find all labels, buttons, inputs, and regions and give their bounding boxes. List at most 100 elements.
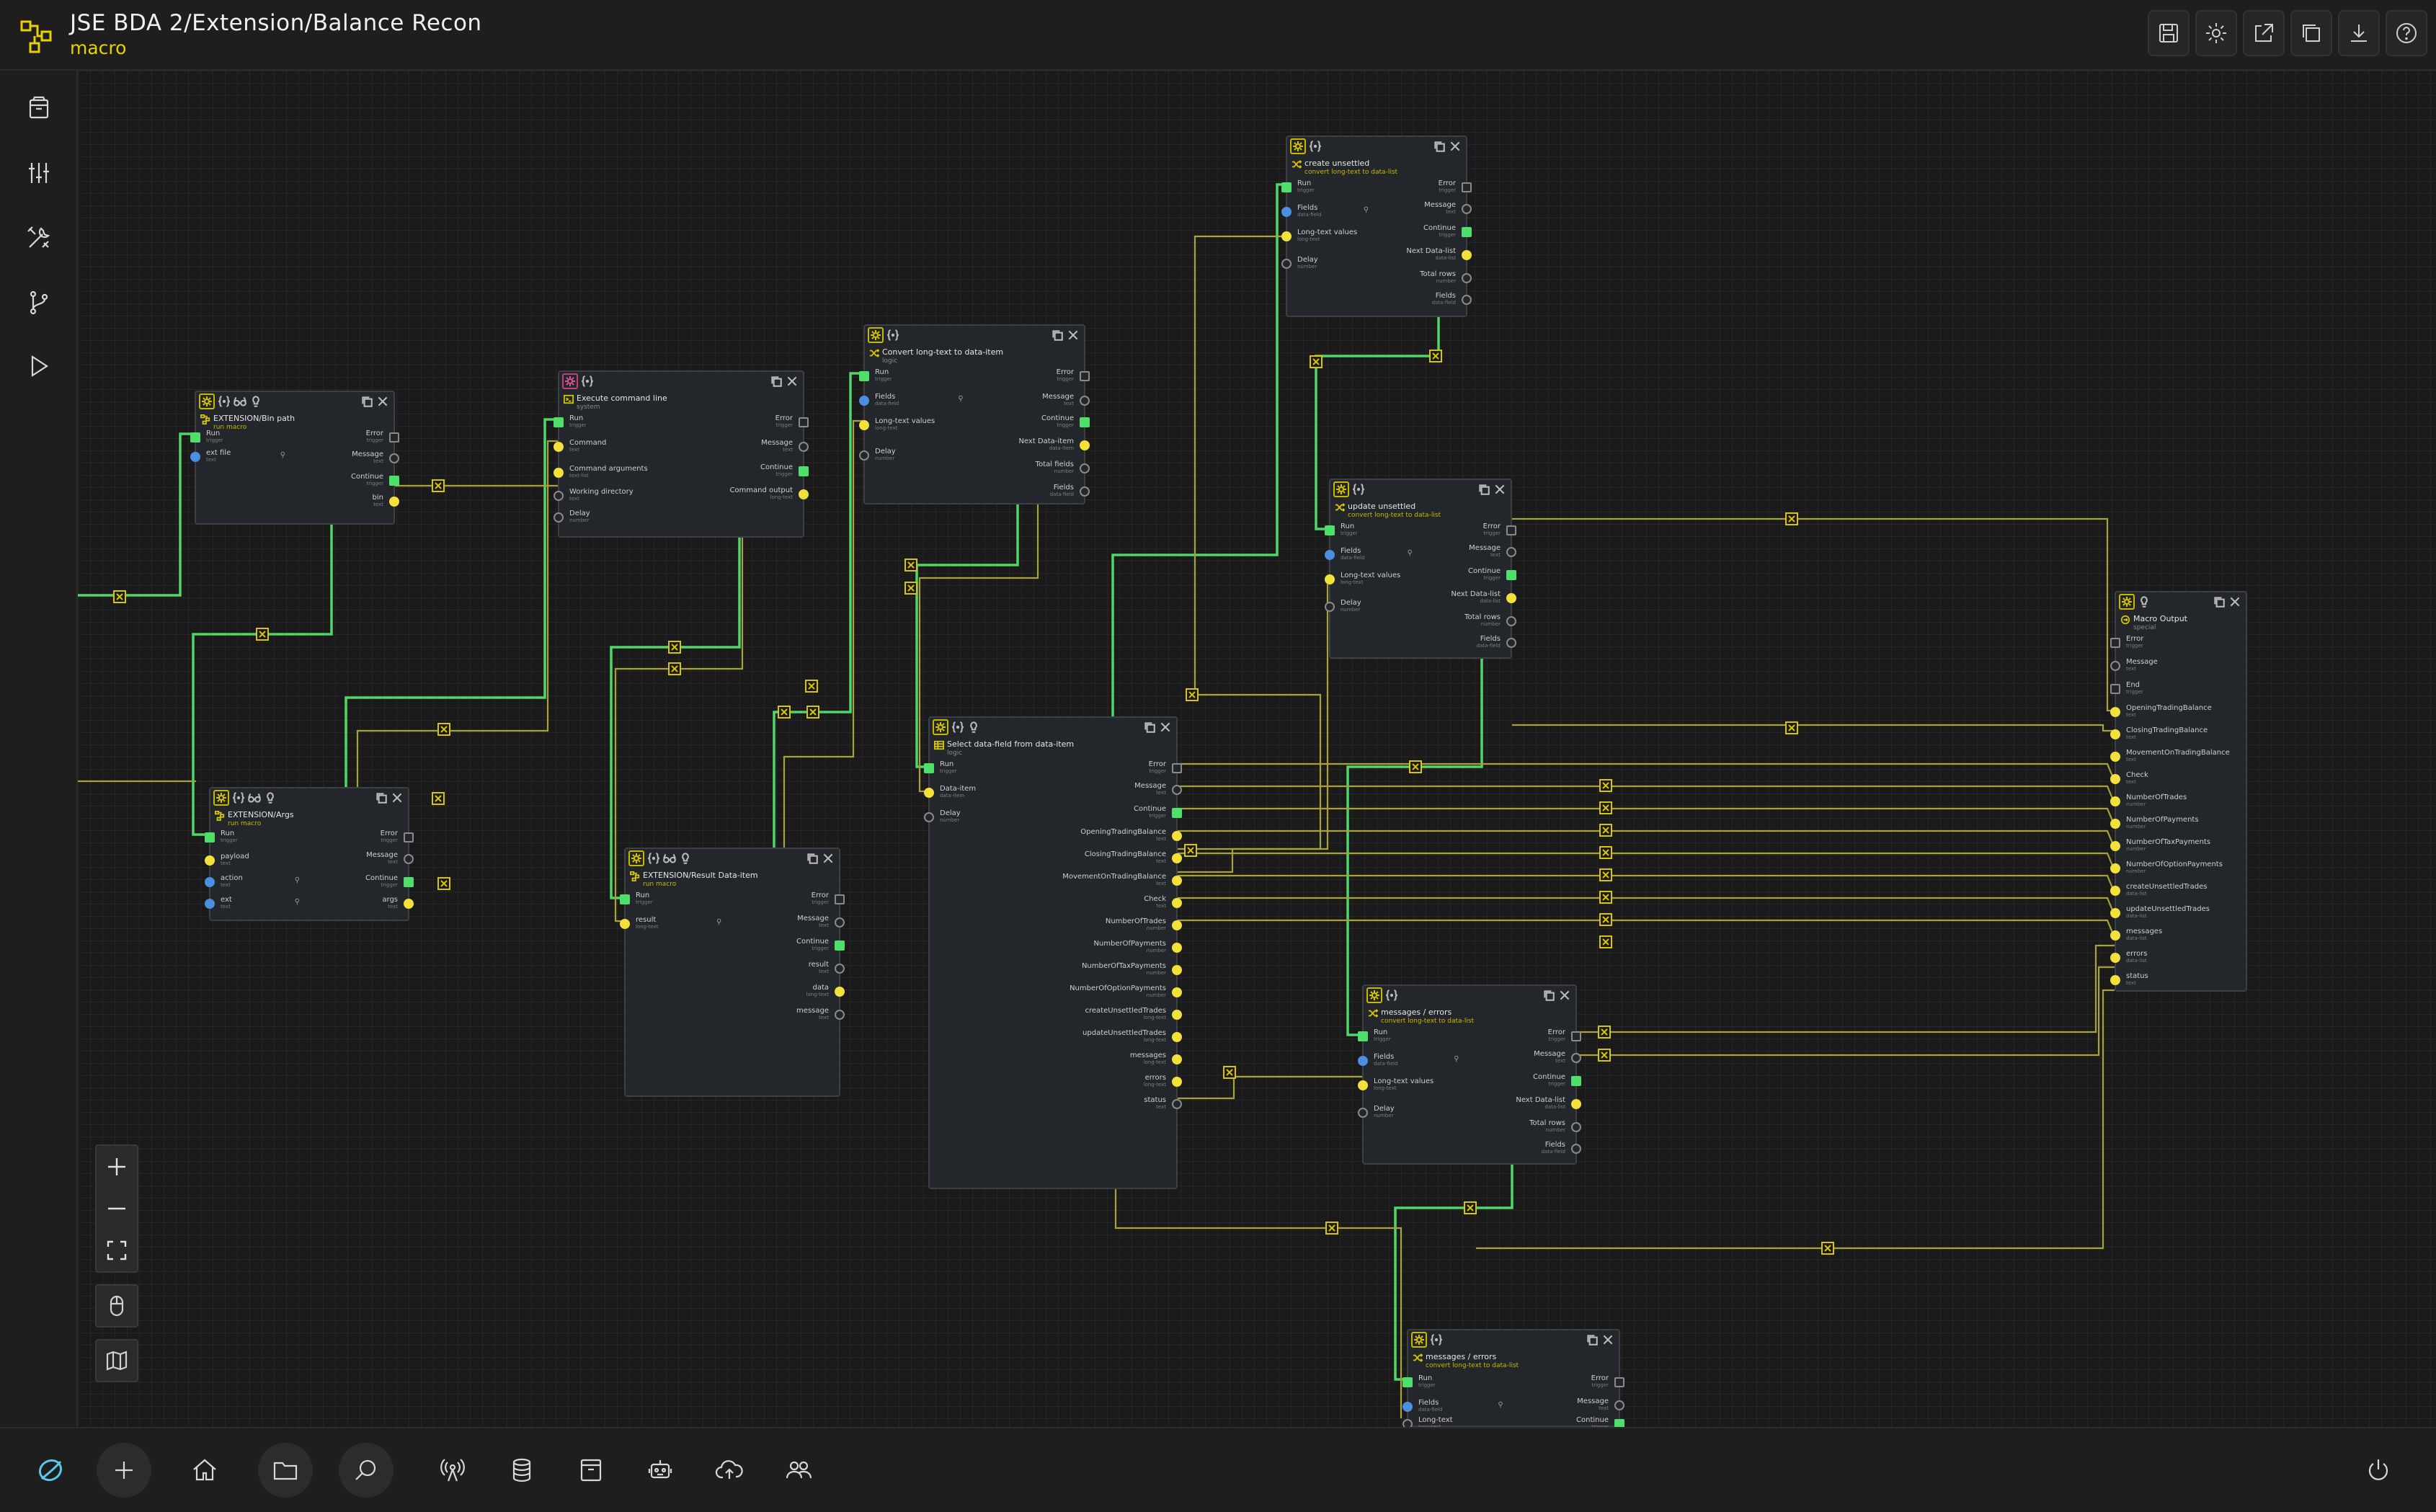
output-port[interactable] [1462,227,1472,237]
remove-connection-icon[interactable] [1785,721,1798,734]
close-node-icon[interactable] [391,791,404,804]
help-button[interactable] [2386,10,2427,56]
node-settings-icon[interactable] [628,850,644,866]
input-port[interactable] [1325,525,1335,535]
output-port[interactable] [1172,920,1182,930]
output-port[interactable] [1172,1077,1182,1087]
remove-connection-icon[interactable] [1186,688,1199,701]
branch-button[interactable] [16,280,62,326]
remove-connection-icon[interactable] [668,641,681,654]
cloud-upload-button[interactable] [702,1443,757,1498]
flow-canvas[interactable]: EXTENSION/Bin path run macro Run trigger ext… [78,71,2436,1427]
input-port[interactable] [2110,819,2120,829]
remove-connection-icon[interactable] [1598,1049,1611,1062]
output-port[interactable] [1172,987,1182,997]
remove-connection-icon[interactable] [256,628,269,641]
input-port[interactable] [924,812,934,822]
remove-connection-icon[interactable] [1184,844,1197,857]
node-messages_errors[interactable]: messages / errors convert long-text to da… [1358,984,1581,1165]
data-wire[interactable] [1571,944,2115,1033]
input-port[interactable] [2110,908,2120,918]
files-button[interactable] [258,1443,313,1498]
lock-icon[interactable]: ⚲ [1364,206,1369,214]
data-wire[interactable] [1172,830,2116,849]
duplicate-node-icon[interactable] [1477,483,1490,496]
duplicate-node-icon[interactable] [1051,329,1064,342]
output-port[interactable] [1080,486,1090,497]
output-port[interactable] [1462,250,1472,260]
remove-connection-icon[interactable] [1785,512,1798,525]
input-port[interactable] [1281,259,1292,269]
data-wire[interactable] [1172,807,2116,827]
node-settings-icon[interactable] [562,373,578,389]
input-port[interactable] [2110,930,2120,940]
input-port[interactable] [2110,774,2120,784]
duplicate-node-icon[interactable] [1433,140,1446,153]
output-port[interactable] [1506,638,1516,648]
input-port[interactable] [190,452,200,462]
output-port[interactable] [1571,1122,1581,1132]
close-node-icon[interactable] [1601,1333,1614,1346]
input-port[interactable] [2110,841,2120,851]
output-port[interactable] [1571,1031,1581,1041]
remove-connection-icon[interactable] [904,559,917,572]
input-port[interactable] [190,432,200,443]
input-port[interactable] [859,371,869,381]
remove-connection-icon[interactable] [113,590,126,603]
package-button[interactable] [564,1443,618,1498]
input-port[interactable] [2110,684,2120,694]
input-port[interactable] [2110,886,2120,896]
output-port[interactable] [1172,1099,1182,1109]
input-port[interactable] [620,919,630,929]
input-port[interactable] [2110,729,2120,739]
output-port[interactable] [1571,1144,1581,1154]
output-port[interactable] [835,964,845,974]
node-result[interactable]: EXTENSION/Result Data-item run macro Run tr… [620,848,845,1097]
data-wire[interactable] [1172,852,2116,871]
output-port[interactable] [389,476,399,486]
remove-connection-icon[interactable] [1599,779,1612,792]
zoom-in-button[interactable] [97,1146,137,1188]
data-wire[interactable] [1172,785,2116,804]
library-button[interactable] [16,85,62,131]
output-port[interactable] [835,917,845,928]
close-node-icon[interactable] [1067,329,1080,342]
input-port[interactable] [1325,574,1335,584]
input-port[interactable] [1281,231,1292,241]
input-port[interactable] [1325,550,1335,560]
home-button[interactable] [177,1443,232,1498]
output-port[interactable] [1172,763,1182,773]
input-port[interactable] [859,396,869,406]
output-port[interactable] [1172,853,1182,863]
output-port[interactable] [1172,1032,1182,1042]
node-settings-icon[interactable] [2119,594,2135,610]
trigger-wire[interactable] [192,492,389,836]
lock-icon[interactable]: ⚲ [1498,1401,1503,1409]
node-create_unsettled[interactable]: create unsettled convert long-text to dat… [1281,135,1472,317]
output-port[interactable] [835,987,845,997]
remove-connection-icon[interactable] [1821,1242,1834,1255]
remove-connection-icon[interactable] [1599,868,1612,881]
input-port[interactable] [554,512,564,522]
output-port[interactable] [1080,440,1090,450]
remove-connection-icon[interactable] [778,706,791,719]
node-settings-icon[interactable] [933,719,948,735]
remove-connection-icon[interactable] [1429,350,1442,363]
input-port[interactable] [859,450,869,461]
sliders-button[interactable] [16,150,62,196]
duplicate-node-icon[interactable] [1542,989,1555,1002]
output-port[interactable] [835,940,845,951]
lock-icon[interactable]: ⚲ [280,451,285,459]
close-node-icon[interactable] [1159,721,1172,734]
input-port[interactable] [205,832,215,842]
power-button[interactable] [2351,1443,2406,1498]
users-button[interactable] [771,1443,826,1498]
input-port[interactable] [205,877,215,887]
node-settings-icon[interactable] [1333,481,1349,497]
node-settings-icon[interactable] [1411,1332,1427,1348]
data-wire[interactable] [1172,919,2116,938]
close-node-icon[interactable] [376,395,389,408]
output-port[interactable] [835,1010,845,1020]
output-port[interactable] [799,466,809,476]
lock-icon[interactable]: ⚲ [295,898,300,906]
